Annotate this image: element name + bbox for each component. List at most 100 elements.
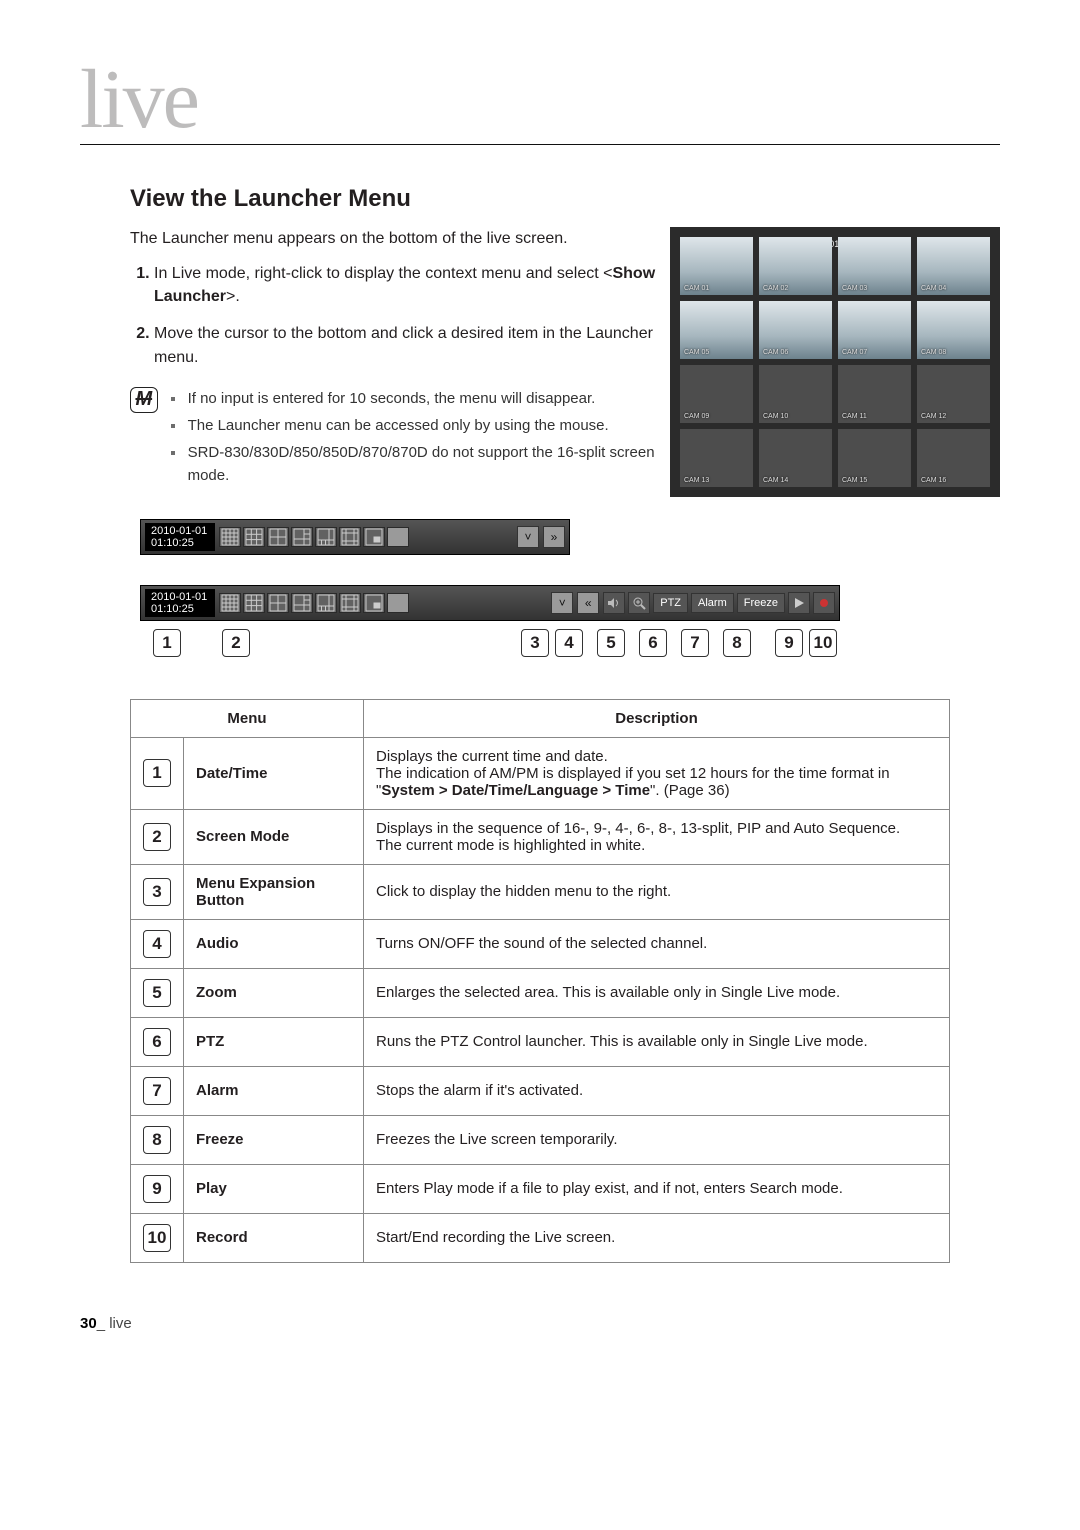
cam-label: CAM 06 — [763, 349, 788, 356]
ptz-button[interactable]: PTZ — [653, 593, 688, 613]
note-1: If no input is entered for 10 seconds, t… — [188, 390, 596, 407]
step-1-post: >. — [226, 288, 240, 305]
cam-label: CAM 11 — [842, 413, 867, 420]
mode-pip-icon[interactable] — [363, 593, 385, 613]
row-menu-name: Alarm — [184, 1066, 364, 1115]
page-footer: 30_ live — [80, 1315, 1000, 1332]
row-number: 6 — [143, 1028, 171, 1056]
footer-text: _ live — [97, 1315, 132, 1332]
mode-16-icon[interactable] — [219, 527, 241, 547]
intro-para: The Launcher menu appears on the bottom … — [130, 227, 656, 250]
callout-9: 9 — [775, 629, 803, 657]
row-menu-name: PTZ — [184, 1017, 364, 1066]
step-1-text: In Live mode, right-click to display the… — [154, 265, 612, 282]
menu-expand-button[interactable]: » — [543, 526, 565, 548]
cam-label: CAM 15 — [842, 477, 867, 484]
table-row: 1Date/TimeDisplays the current time and … — [131, 737, 950, 809]
mode-13-icon[interactable] — [339, 593, 361, 613]
table-row: 10RecordStart/End recording the Live scr… — [131, 1213, 950, 1262]
cam-label: CAM 04 — [921, 285, 946, 292]
row-description: Freezes the Live screen temporarily. — [364, 1115, 950, 1164]
mode-dropdown-button[interactable]: ˅ — [551, 592, 573, 614]
record-button[interactable] — [813, 592, 835, 614]
mode-4-icon[interactable] — [267, 527, 289, 547]
menu-collapse-button[interactable]: « — [577, 592, 599, 614]
row-number-cell: 5 — [131, 968, 184, 1017]
mode-pip-icon[interactable] — [363, 527, 385, 547]
cam-label: CAM 12 — [921, 413, 946, 420]
cam-label: CAM 03 — [842, 285, 867, 292]
cam-label: CAM 13 — [684, 477, 709, 484]
row-menu-name: Screen Mode — [184, 809, 364, 864]
row-number: 10 — [143, 1224, 171, 1252]
launcher-time: 01:10:25 — [151, 537, 194, 549]
cam-label: CAM 01 — [684, 285, 709, 292]
mode-6-icon[interactable] — [291, 527, 313, 547]
note-icon: M — [130, 387, 158, 413]
launcher-bar-collapsed[interactable]: 2010-01-01 01:10:25 ˅ » — [140, 519, 570, 555]
mode-6-icon[interactable] — [291, 593, 313, 613]
row-number-cell: 10 — [131, 1213, 184, 1262]
mode-9-icon[interactable] — [243, 527, 265, 547]
table-row: 6 PTZRuns the PTZ Control launcher. This … — [131, 1017, 950, 1066]
mode-dropdown-button[interactable]: ˅ — [517, 526, 539, 548]
callout-4: 4 — [555, 629, 583, 657]
cam-label: CAM 05 — [684, 349, 709, 356]
launcher-time: 01:10:25 — [151, 603, 194, 615]
row-description: Stops the alarm if it's activated. — [364, 1066, 950, 1115]
table-row: 8FreezeFreezes the Live screen temporari… — [131, 1115, 950, 1164]
callout-10: 10 — [809, 629, 837, 657]
row-menu-name: Record — [184, 1213, 364, 1262]
row-description: Turns ON/OFF the sound of the selected c… — [364, 919, 950, 968]
date-time-display: 2010-01-01 01:10:25 — [145, 523, 215, 551]
launcher-date: 2010-01-01 — [151, 591, 207, 603]
row-number: 2 — [143, 823, 171, 851]
row-menu-name: Date/Time — [184, 737, 364, 809]
mode-8-icon[interactable] — [315, 527, 337, 547]
table-header-desc: Description — [364, 699, 950, 737]
row-number-cell: 9 — [131, 1164, 184, 1213]
play-button[interactable] — [788, 592, 810, 614]
row-description: Enters Play mode if a file to play exist… — [364, 1164, 950, 1213]
row-number: 3 — [143, 878, 171, 906]
alarm-button[interactable]: Alarm — [691, 593, 734, 613]
row-number-cell: 7 — [131, 1066, 184, 1115]
table-row: 4AudioTurns ON/OFF the sound of the sele… — [131, 919, 950, 968]
header-divider — [80, 144, 1000, 145]
row-number-cell: 6 — [131, 1017, 184, 1066]
row-number-cell: 1 — [131, 737, 184, 809]
table-row: 7AlarmStops the alarm if it's activated. — [131, 1066, 950, 1115]
launcher-date: 2010-01-01 — [151, 525, 207, 537]
audio-button[interactable] — [603, 592, 625, 614]
row-number-cell: 3 — [131, 864, 184, 919]
row-menu-name: Play — [184, 1164, 364, 1213]
mode-8-icon[interactable] — [315, 593, 337, 613]
row-number-cell: 4 — [131, 919, 184, 968]
cam-label: CAM 16 — [921, 477, 946, 484]
freeze-button[interactable]: Freeze — [737, 593, 785, 613]
mode-16-icon[interactable] — [219, 593, 241, 613]
row-number: 1 — [143, 759, 171, 787]
cam-label: CAM 07 — [842, 349, 867, 356]
table-row: 3 Menu Expansion ButtonClick to display t… — [131, 864, 950, 919]
mode-4-icon[interactable] — [267, 593, 289, 613]
row-menu-name: Menu Expansion Button — [184, 864, 364, 919]
zoom-button[interactable] — [628, 592, 650, 614]
row-description: Enlarges the selected area. This is avai… — [364, 968, 950, 1017]
callout-7: 7 — [681, 629, 709, 657]
launcher-bar-expanded[interactable]: 2010-01-01 01:10:25 ˅ « PTZ Alarm Freeze — [140, 585, 840, 621]
cam-label: CAM 10 — [763, 413, 788, 420]
mode-13-icon[interactable] — [339, 527, 361, 547]
note-2: The Launcher menu can be accessed only b… — [188, 417, 609, 434]
row-description: Click to display the hidden menu to the … — [364, 864, 950, 919]
callout-6: 6 — [639, 629, 667, 657]
row-description: Runs the PTZ Control launcher. This is a… — [364, 1017, 950, 1066]
mode-9-icon[interactable] — [243, 593, 265, 613]
cam-label: CAM 02 — [763, 285, 788, 292]
table-row: 9PlayEnters Play mode if a file to play … — [131, 1164, 950, 1213]
live-screen-preview: 2010-01-01 01:10:25 CAM 01 CAM 02 CAM 03… — [670, 227, 1000, 497]
cam-label: CAM 14 — [763, 477, 788, 484]
table-row: 2Screen ModeDisplays in the sequence of … — [131, 809, 950, 864]
step-1: In Live mode, right-click to display the… — [154, 262, 656, 308]
page-number: 30 — [80, 1315, 97, 1332]
